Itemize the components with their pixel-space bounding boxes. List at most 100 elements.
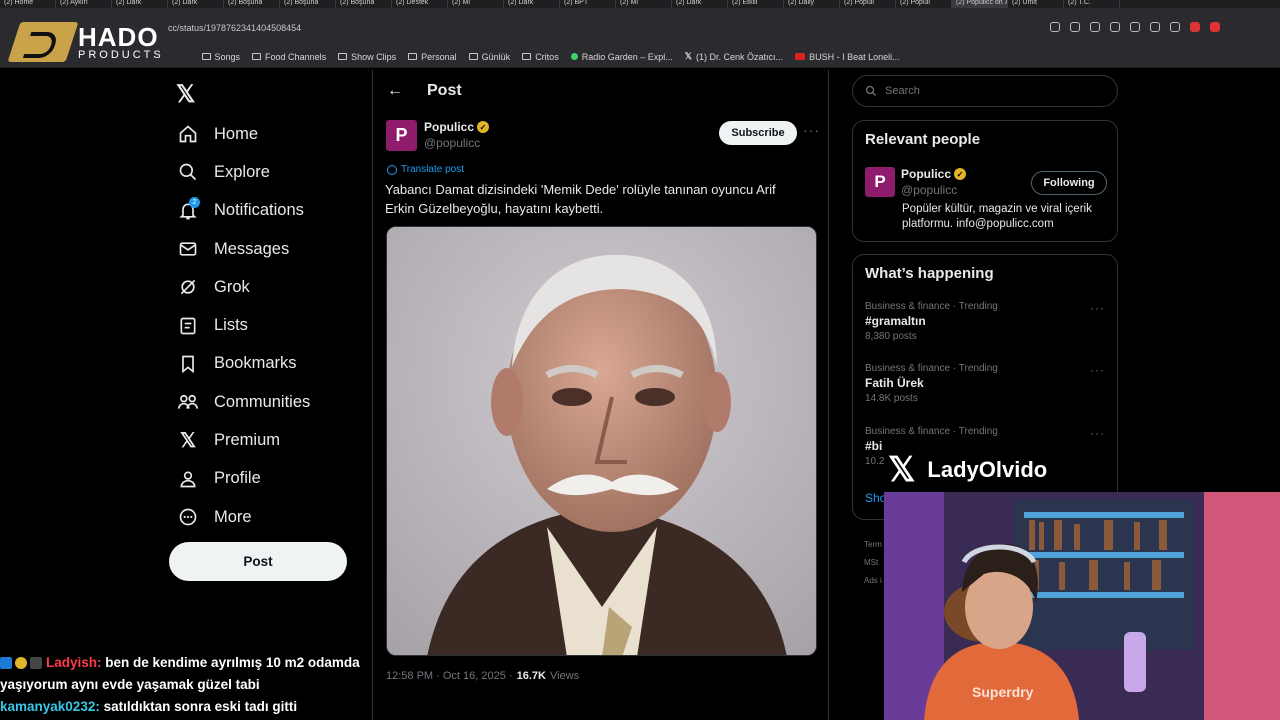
- browser-tab[interactable]: (2) Boşuna: [336, 0, 392, 8]
- browser-tab[interactable]: (2) Populi: [840, 0, 896, 8]
- post-header: ← Post: [387, 82, 462, 100]
- folder-icon: [522, 53, 532, 60]
- browser-tab[interactable]: (2) Boşuna: [224, 0, 280, 8]
- bookmark[interactable]: Show Clips: [338, 52, 396, 62]
- footer-link[interactable]: Ads i: [864, 572, 882, 590]
- extension-icon[interactable]: [1070, 22, 1080, 32]
- trend-item[interactable]: Business & finance · Trending #gramaltın…: [865, 301, 1105, 342]
- more-options-icon[interactable]: ···: [1090, 301, 1105, 315]
- nav-item-bookmarks[interactable]: Bookmarks: [176, 345, 356, 383]
- verified-badge-icon: ✓: [477, 121, 490, 133]
- streamer-label: 𝕏 LadyOlvido: [888, 451, 1048, 489]
- bell-icon: 2: [176, 196, 200, 223]
- views-label: Views: [549, 670, 580, 682]
- avatar[interactable]: P: [386, 120, 417, 151]
- bookmark[interactable]: Radio Garden – Expl...: [570, 52, 673, 62]
- search-input[interactable]: Search: [852, 75, 1118, 107]
- nav-item-premium[interactable]: 𝕏 Premium: [176, 421, 356, 459]
- compose-post-button[interactable]: Post: [169, 542, 347, 581]
- nav-item-home[interactable]: Home: [176, 115, 356, 153]
- relevant-person-bio: Popüler kültür, magazin ve viral içerik …: [902, 203, 1092, 230]
- person-icon: [176, 467, 200, 491]
- chat-username: Ladyish:: [46, 655, 102, 670]
- browser-tab-strip: (2) Home (2) Aykırı (2) Dark (2) Dark (2) Bo…: [0, 0, 1280, 8]
- views-count: 16.7K: [516, 670, 546, 682]
- browser-tab[interactable]: (2) Populicc on X: [952, 0, 1008, 8]
- browser-tab[interactable]: (2) Mi: [616, 0, 672, 8]
- bookmark[interactable]: Food Channels: [252, 52, 326, 62]
- nav-item-lists[interactable]: Lists: [176, 306, 356, 344]
- browser-tab[interactable]: (2) Dark: [168, 0, 224, 8]
- youtube-icon: [795, 53, 806, 60]
- browser-tab[interactable]: (2) Dark: [112, 0, 168, 8]
- nav-item-messages[interactable]: Messages: [176, 230, 356, 268]
- following-button[interactable]: Following: [1031, 171, 1107, 195]
- x-logo-icon[interactable]: 𝕏: [176, 80, 195, 109]
- post-author[interactable]: P Populicc ✓ @populicc: [386, 120, 490, 151]
- nav-item-more[interactable]: More: [176, 498, 356, 536]
- subscribe-button[interactable]: Subscribe: [719, 121, 797, 145]
- more-options-icon[interactable]: ···: [803, 122, 820, 138]
- browser-tab[interactable]: (2) Destek: [392, 0, 448, 8]
- extension-icon[interactable]: [1130, 22, 1140, 32]
- browser-tab[interactable]: (2) Boşuna: [280, 0, 336, 8]
- bookmark[interactable]: 𝕏 (1) Dr. Cenk Özatıcı...: [685, 51, 783, 62]
- extension-icon[interactable]: [1170, 22, 1180, 32]
- more-options-icon[interactable]: ···: [1090, 426, 1105, 440]
- communities-icon: [176, 390, 200, 414]
- browser-tab[interactable]: (2) Etkili: [728, 0, 784, 8]
- extension-icon[interactable]: [1090, 22, 1100, 32]
- more-circle-icon: [176, 505, 200, 529]
- bookmark[interactable]: Critos: [522, 52, 559, 62]
- trend-item[interactable]: Business & finance · Trending Fatih Ürek…: [865, 363, 1105, 404]
- back-arrow-icon[interactable]: ←: [387, 82, 403, 100]
- relevant-person-handle[interactable]: @populicc: [901, 183, 966, 197]
- browser-tab[interactable]: (2) Daily: [784, 0, 840, 8]
- stream-chat: Ladyish: ben de kendime ayrılmış 10 m2 o…: [0, 652, 420, 718]
- extension-icon[interactable]: [1110, 22, 1120, 32]
- browser-tab[interactable]: (2) Dark: [504, 0, 560, 8]
- nav-item-communities[interactable]: Communities: [176, 383, 356, 421]
- browser-tab[interactable]: (2) Populi: [896, 0, 952, 8]
- badge-icon: [30, 657, 42, 670]
- relevant-person[interactable]: P Populicc ✓ @populicc: [865, 167, 967, 197]
- relevant-person-name[interactable]: Populicc ✓: [901, 167, 967, 181]
- extension-icon[interactable]: [1190, 22, 1200, 32]
- bookmark[interactable]: Songs: [201, 52, 240, 62]
- avatar[interactable]: P: [865, 167, 895, 197]
- extension-icon[interactable]: [1150, 22, 1160, 32]
- nav-item-explore[interactable]: Explore: [176, 153, 356, 191]
- footer-link[interactable]: MSt: [864, 554, 882, 572]
- post-image[interactable]: [386, 226, 817, 656]
- nav-item-profile[interactable]: Profile: [176, 460, 356, 498]
- hado-logo-mark: [7, 22, 79, 62]
- extension-icon[interactable]: [1210, 22, 1220, 32]
- page-title: Post: [427, 82, 462, 99]
- list-icon: [176, 314, 200, 338]
- nav-item-notifications[interactable]: 2 Notifications: [176, 192, 356, 230]
- extension-icon[interactable]: [1050, 22, 1060, 32]
- more-options-icon[interactable]: ···: [1090, 363, 1105, 377]
- nav-item-grok[interactable]: Grok: [176, 268, 356, 306]
- browser-tab[interactable]: (2) Aykırı: [56, 0, 112, 8]
- author-handle[interactable]: @populicc: [424, 136, 489, 150]
- primary-nav: Home Explore 2 Notifications Messages Gr…: [176, 115, 356, 536]
- browser-tab[interactable]: (2) Dark: [672, 0, 728, 8]
- verified-badge-icon: ✓: [954, 168, 967, 180]
- browser-tab[interactable]: (2) Ümit: [1008, 0, 1064, 8]
- browser-tab[interactable]: (2) BPT: [560, 0, 616, 8]
- webcam-image: Superdry: [884, 492, 1280, 720]
- browser-tab[interactable]: (2) T.C.: [1064, 0, 1120, 8]
- url-field[interactable]: cc/status/1978762341404508454: [168, 23, 301, 33]
- footer-link[interactable]: Term: [864, 536, 882, 554]
- bookmark[interactable]: BUSH - I Beat Loneli...: [795, 52, 900, 62]
- translate-icon: [387, 164, 397, 175]
- folder-icon: [252, 53, 262, 60]
- author-name[interactable]: Populicc ✓: [424, 120, 490, 134]
- translate-post-link[interactable]: Translate post: [387, 164, 464, 175]
- browser-tab[interactable]: (2) Mi: [448, 0, 504, 8]
- bookmark[interactable]: Personal: [408, 52, 457, 62]
- bookmark[interactable]: Günlük: [468, 52, 510, 62]
- relevant-people-card: Relevant people P Populicc ✓ @populicc Fo…: [852, 120, 1118, 242]
- browser-tab[interactable]: (2) Home: [0, 0, 56, 8]
